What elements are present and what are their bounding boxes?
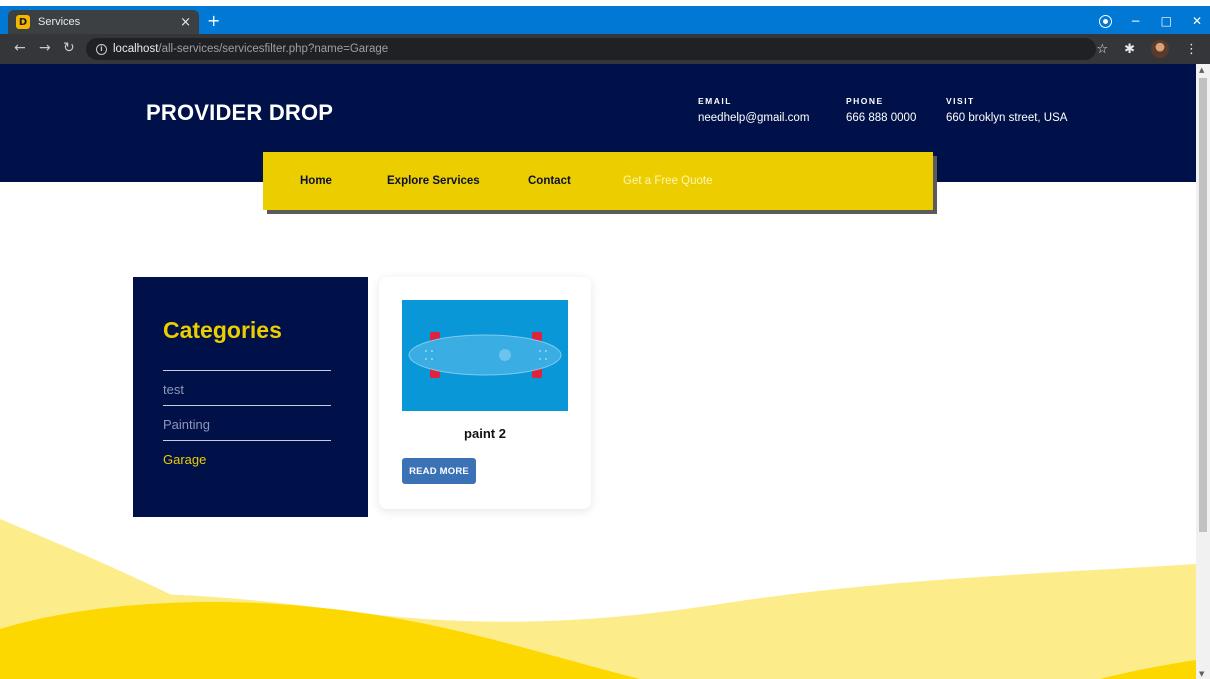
service-title: paint 2 [464,426,506,441]
close-icon[interactable]: ✕ [1192,14,1202,28]
window-controls: − □ ✕ [1098,14,1202,28]
new-tab-icon[interactable]: + [207,13,220,29]
category-item-garage[interactable]: Garage [163,440,331,475]
category-item-painting[interactable]: Painting [163,405,331,440]
page-scrollbar[interactable]: ▲ ▼ [1196,64,1210,679]
extensions-icon[interactable]: ✱ [1124,42,1135,57]
star-icon[interactable]: ☆ [1096,42,1108,57]
page-viewport: PROVIDER DROP EMAIL needhelp@gmail.com P… [0,64,1210,679]
extension-badge-icon[interactable] [1098,14,1112,28]
url-host: localhost [113,43,159,55]
category-list: test Painting Garage [163,370,331,475]
url-path: /all-services/servicesfilter.php?name=Ga… [158,43,389,55]
categories-title: Categories [163,317,282,343]
tab-bar: D Services × + − □ ✕ [0,6,1210,34]
scroll-up-icon[interactable]: ▲ [1199,66,1204,74]
toolbar-right: ☆ ✱ ⋮ [1096,40,1198,58]
restore-icon[interactable]: □ [1161,14,1172,28]
category-item-test[interactable]: test [163,370,331,405]
tab-title: Services [38,16,81,28]
scroll-down-icon[interactable]: ▼ [1199,670,1204,678]
tab-close-icon[interactable]: × [180,15,191,30]
url-input[interactable]: i localhost /all-services/servicesfilter… [86,38,1096,60]
favicon-icon: D [16,15,30,29]
info-icon[interactable]: i [96,43,107,55]
read-more-button[interactable]: READ MORE [402,458,476,484]
categories-sidebar: Categories test Painting Garage [133,277,368,517]
skateboard-image [402,300,568,411]
reload-icon[interactable]: ↻ [63,40,75,56]
service-image [402,300,568,411]
minimize-icon[interactable]: − [1131,14,1141,28]
address-bar: ← → ↻ i localhost /all-services/services… [0,34,1210,64]
profile-avatar[interactable] [1151,40,1169,58]
back-icon[interactable]: ← [14,40,26,56]
menu-icon[interactable]: ⋮ [1185,42,1198,57]
scroll-thumb[interactable] [1199,78,1207,532]
service-card: paint 2 READ MORE [379,277,591,509]
forward-icon[interactable]: → [39,40,51,56]
tab-services[interactable]: D Services × [8,10,199,34]
